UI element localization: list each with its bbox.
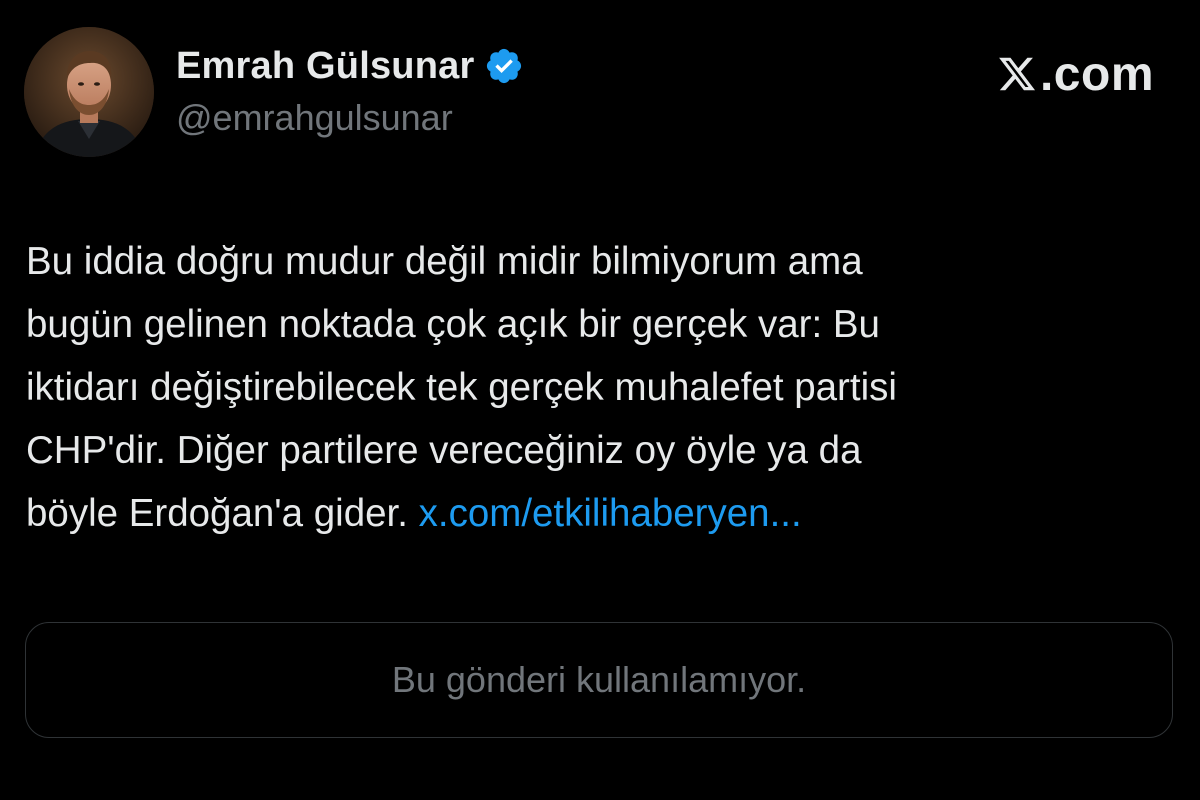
brand-domain-suffix: .com — [1039, 47, 1154, 101]
author-handle[interactable]: @emrahgulsunar — [176, 97, 453, 139]
author-name-row: Emrah Gülsunar — [176, 42, 524, 90]
unavailable-message: Bu gönderi kullanılamıyor. — [391, 659, 807, 700]
tweet-text-line-last: böyle Erdoğan'a gider. x.com/etkilihaber… — [26, 482, 1176, 545]
tweet-text-line: iktidarı değiştirebilecek tek gerçek muh… — [26, 366, 897, 409]
brand-logo: .com — [996, 46, 1154, 102]
tweet-text-line: CHP'dir. Diğer partilere vereceğiniz oy … — [26, 429, 862, 472]
tweet-link[interactable]: x.com/etkilihaberyen... — [419, 492, 802, 535]
quoted-post-unavailable: Bu gönderi kullanılamıyor. — [25, 622, 1173, 738]
tweet-text-line: bugün gelinen noktada çok açık bir gerçe… — [26, 303, 880, 346]
x-logo-icon — [996, 54, 1038, 94]
tweet-text-line: Bu iddia doğru mudur değil midir bilmiyo… — [26, 240, 863, 283]
tweet-text: Bu iddia doğru mudur değil midir bilmiyo… — [26, 230, 1176, 545]
avatar[interactable] — [24, 27, 154, 157]
author-display-name[interactable]: Emrah Gülsunar — [176, 45, 474, 88]
verified-badge-icon — [484, 46, 524, 86]
tweet-text-line-content: böyle Erdoğan'a gider. — [26, 492, 408, 535]
avatar-photo — [24, 27, 154, 157]
